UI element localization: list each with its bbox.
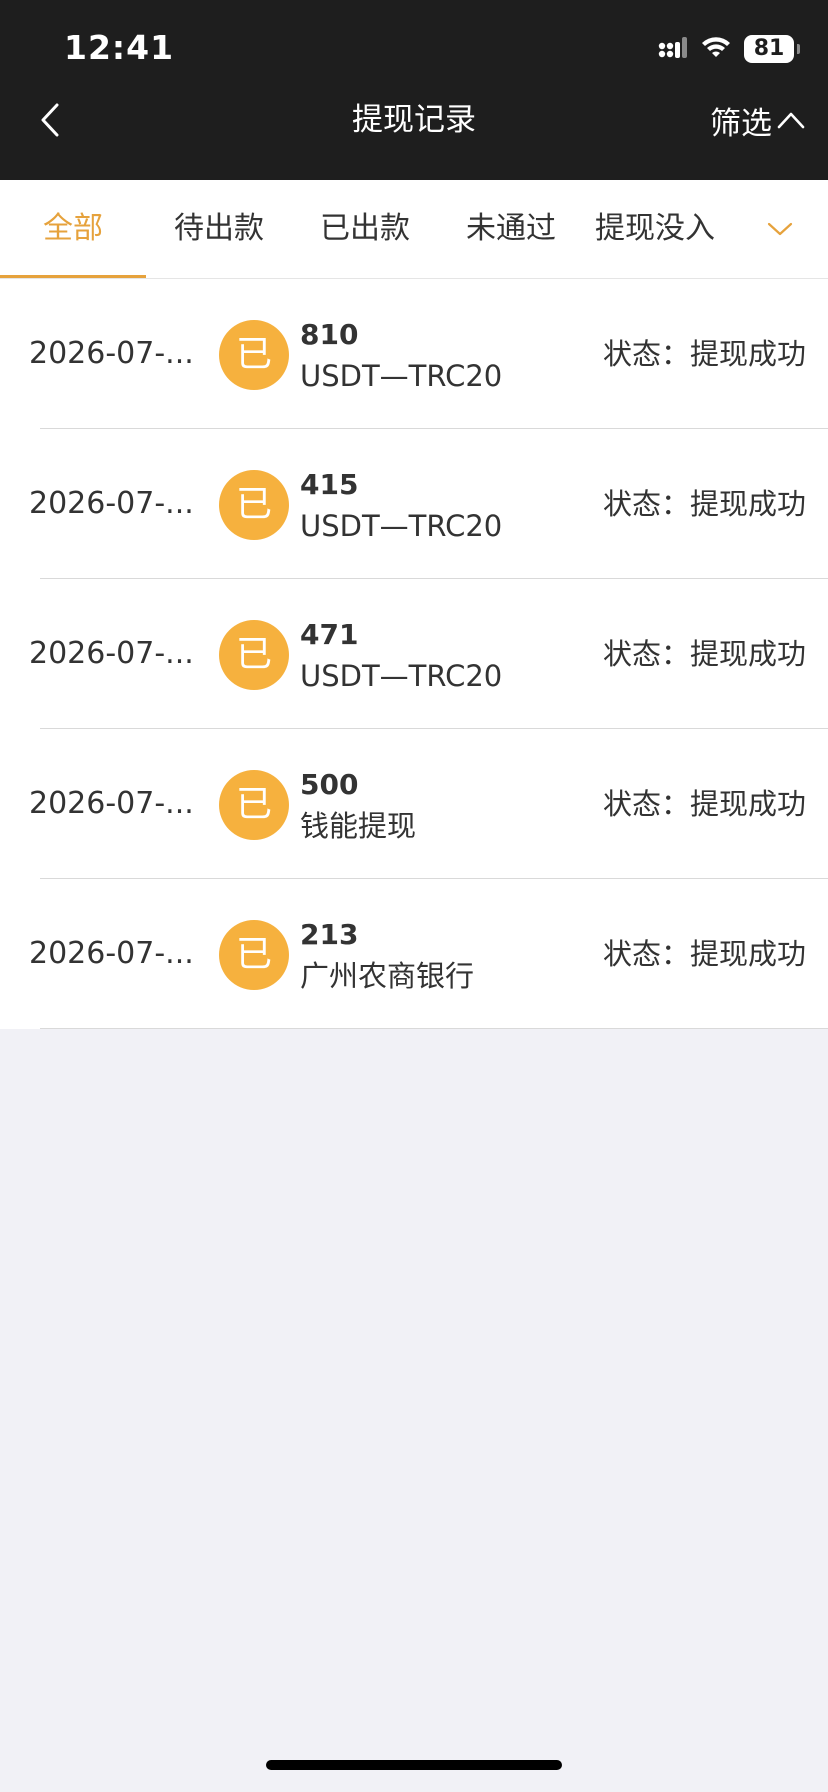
filter-button[interactable]: 筛选 [710, 98, 806, 142]
record-status: 状态：提现成功 [602, 637, 806, 671]
record-amount: 415 [300, 468, 359, 501]
record-amount: 810 [300, 318, 359, 351]
signal-icon [658, 36, 688, 62]
record-method: USDT—TRC20 [300, 509, 503, 543]
status-time: 12:41 [64, 28, 175, 67]
record-amount: 213 [300, 918, 359, 951]
status-badge: 已 [219, 320, 289, 390]
withdrawal-row[interactable]: 2026-07-... 已 471 USDT—TRC20 状态：提现成功 [0, 579, 828, 729]
chevron-down-icon [767, 222, 793, 236]
withdrawal-row[interactable]: 2026-07-... 已 810 USDT—TRC20 状态：提现成功 [0, 279, 828, 429]
status-badge: 已 [219, 470, 289, 540]
tab-not-credited[interactable]: 提现没入 [584, 180, 726, 278]
withdrawal-row[interactable]: 2026-07-... 已 213 广州农商银行 状态：提现成功 [0, 879, 828, 1029]
status-badge: 已 [219, 620, 289, 690]
record-amount: 500 [300, 768, 359, 801]
record-status: 状态：提现成功 [602, 487, 806, 521]
record-method: 钱能提现 [300, 809, 417, 843]
header: 12:41 81 提现记录 筛选 [0, 0, 828, 180]
record-status: 状态：提现成功 [602, 337, 806, 371]
filter-label: 筛选 [710, 105, 772, 142]
record-date: 2026-07-... [29, 786, 194, 821]
tab-all[interactable]: 全部 [0, 180, 146, 278]
record-date: 2026-07-... [29, 936, 194, 971]
withdrawal-row[interactable]: 2026-07-... 已 415 USDT—TRC20 状态：提现成功 [0, 429, 828, 579]
page-title: 提现记录 [352, 102, 476, 138]
wifi-icon [700, 35, 732, 63]
record-amount: 471 [300, 618, 359, 651]
battery-icon: 81 [744, 35, 800, 63]
status-tabs: 全部 待出款 已出款 未通过 提现没入 [0, 180, 828, 279]
chevron-up-icon [777, 112, 805, 129]
tabs-expand-button[interactable] [762, 214, 798, 244]
record-status: 状态：提现成功 [602, 937, 806, 971]
row-divider [40, 1028, 828, 1029]
tab-rejected[interactable]: 未通过 [438, 180, 584, 278]
screen: 12:41 81 提现记录 筛选 全部 待出款 已出款 未通过 提现没入 202… [0, 0, 828, 1792]
battery-level: 81 [753, 36, 785, 61]
home-indicator [266, 1760, 562, 1770]
status-badge: 已 [219, 920, 289, 990]
status-badge: 已 [219, 770, 289, 840]
record-method: 广州农商银行 [300, 959, 475, 993]
record-method: USDT—TRC20 [300, 659, 503, 693]
record-date: 2026-07-... [29, 636, 194, 671]
tab-pending[interactable]: 待出款 [146, 180, 292, 278]
withdrawal-row[interactable]: 2026-07-... 已 500 钱能提现 状态：提现成功 [0, 729, 828, 879]
withdrawal-list: 2026-07-... 已 810 USDT—TRC20 状态：提现成功 202… [0, 279, 828, 1029]
status-icons: 81 [658, 34, 800, 64]
tab-paid[interactable]: 已出款 [292, 180, 438, 278]
record-date: 2026-07-... [29, 486, 194, 521]
record-status: 状态：提现成功 [602, 787, 806, 821]
battery-tip [797, 44, 800, 54]
record-method: USDT—TRC20 [300, 359, 503, 393]
record-date: 2026-07-... [29, 336, 194, 371]
